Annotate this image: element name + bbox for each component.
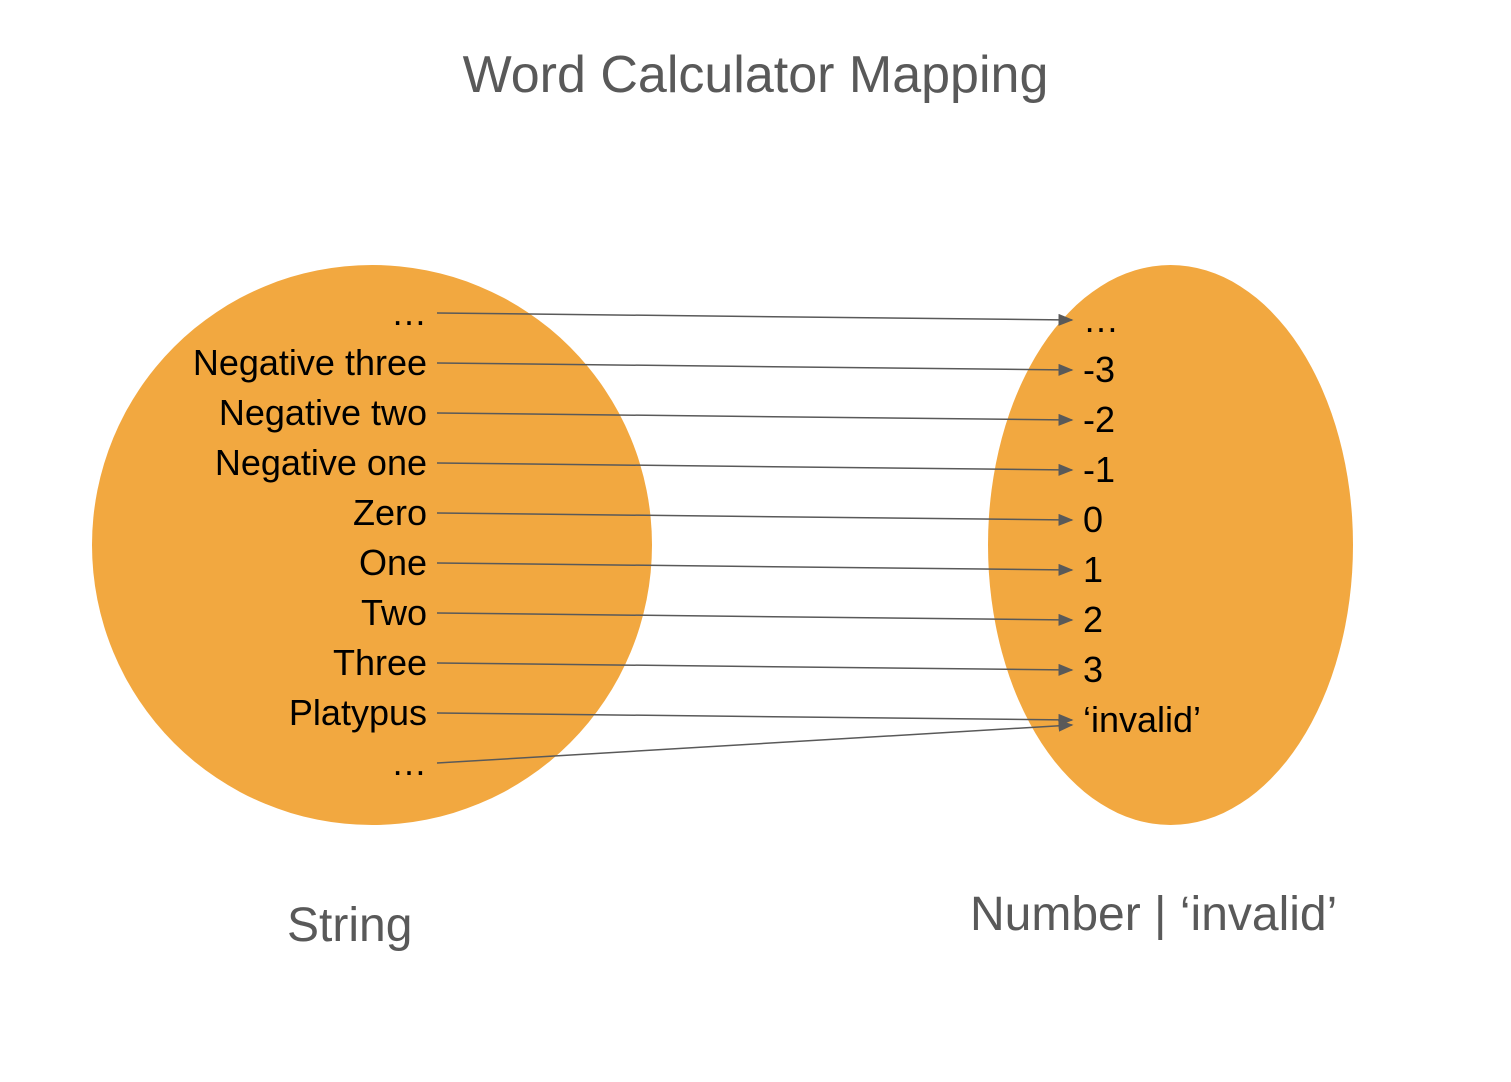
domain-item-platypus: Platypus: [92, 688, 427, 738]
diagram-title: Word Calculator Mapping: [0, 45, 1511, 105]
domain-item-negative-two: Negative two: [92, 388, 427, 438]
codomain-item-3: 3: [1083, 645, 1201, 695]
codomain-item-ellipsis-top: …: [1083, 295, 1201, 345]
codomain-item-2: 2: [1083, 595, 1201, 645]
domain-item-one: One: [92, 538, 427, 588]
domain-item-negative-three: Negative three: [92, 338, 427, 388]
codomain-item-1: 1: [1083, 545, 1201, 595]
domain-item-ellipsis-top: …: [92, 288, 427, 338]
codomain-item-invalid: ‘invalid’: [1083, 695, 1201, 745]
codomain-item-0: 0: [1083, 495, 1201, 545]
codomain-item-neg1: -1: [1083, 445, 1201, 495]
domain-item-ellipsis-bottom: …: [92, 738, 427, 788]
domain-item-zero: Zero: [92, 488, 427, 538]
codomain-label: Number | ‘invalid’: [970, 887, 1337, 942]
codomain-items: … -3 -2 -1 0 1 2 3 ‘invalid’: [1083, 295, 1201, 745]
domain-item-three: Three: [92, 638, 427, 688]
domain-item-negative-one: Negative one: [92, 438, 427, 488]
domain-label: String: [287, 898, 412, 953]
codomain-item-neg2: -2: [1083, 395, 1201, 445]
codomain-item-neg3: -3: [1083, 345, 1201, 395]
domain-items: … Negative three Negative two Negative o…: [92, 288, 427, 788]
domain-item-two: Two: [92, 588, 427, 638]
